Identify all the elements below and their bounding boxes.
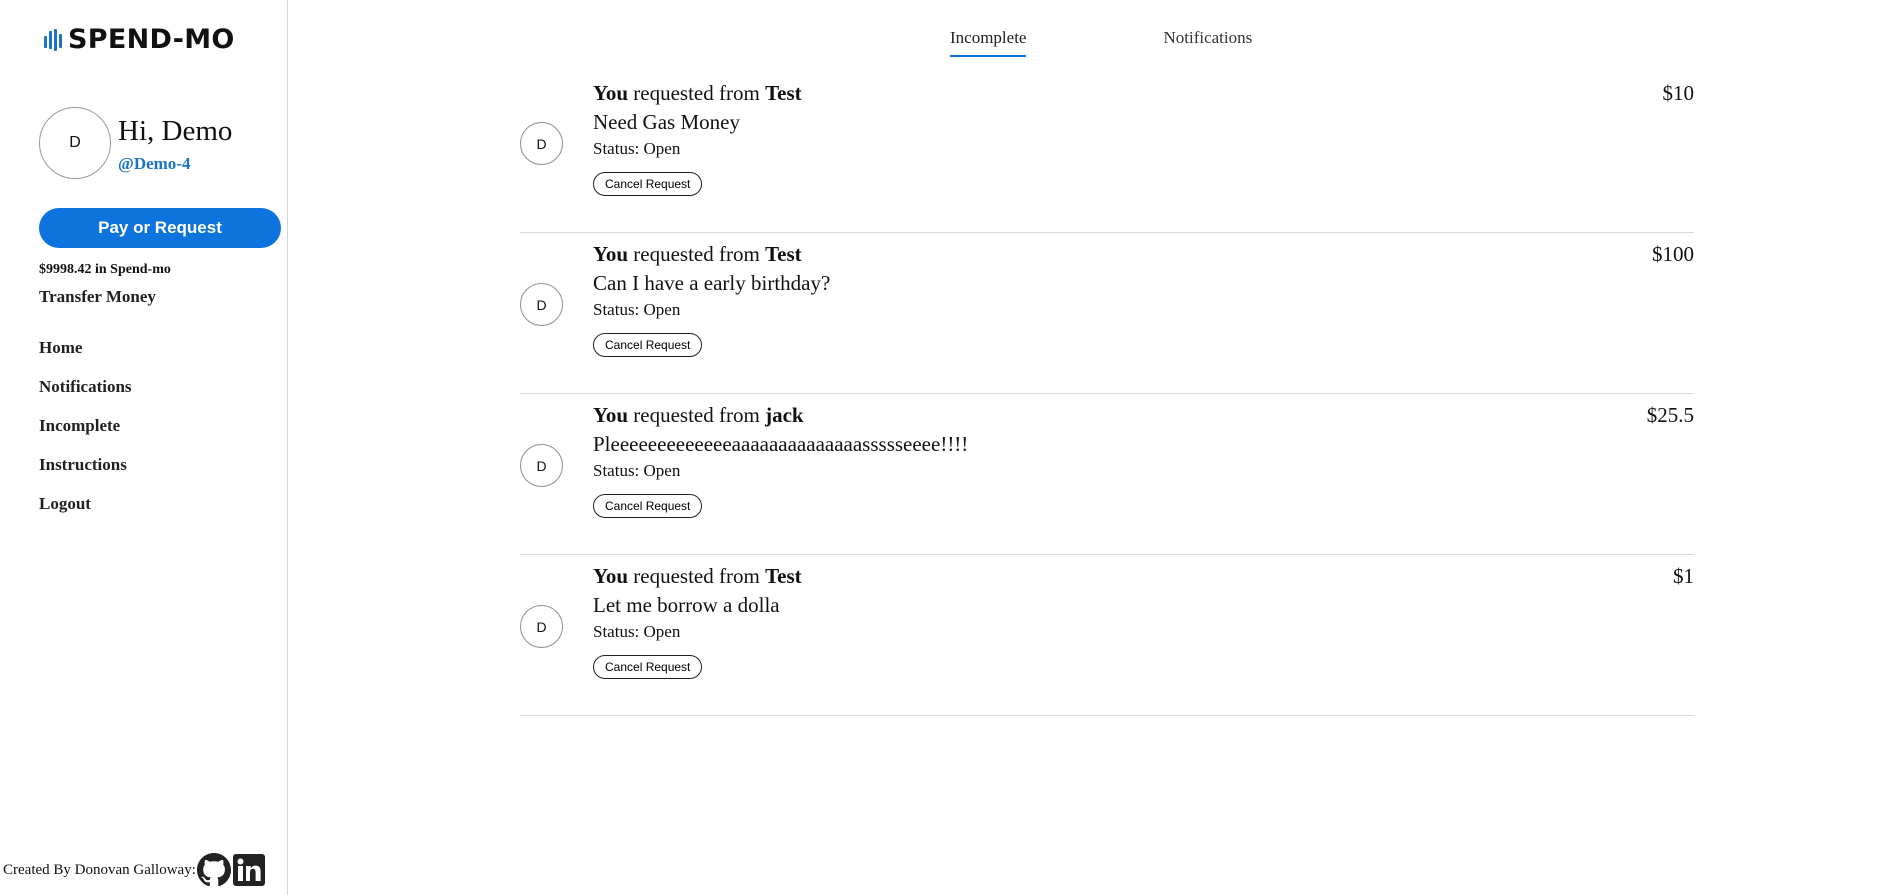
request-target: Test [765, 81, 802, 105]
cancel-request-button[interactable]: Cancel Request [593, 333, 703, 357]
cancel-request-button[interactable]: Cancel Request [593, 655, 703, 679]
request-card: D You requested from Test $100 Can I hav… [520, 233, 1694, 394]
request-verb: requested from [633, 81, 760, 105]
cancel-request-button[interactable]: Cancel Request [593, 172, 703, 196]
tabs: Incomplete Notifications [950, 28, 1252, 57]
request-card: D You requested from jack $25.5 Pleeeeee… [520, 394, 1694, 555]
logo-text: SPEND-MO [68, 24, 235, 55]
request-actor: You [593, 242, 629, 266]
request-title: You requested from jack [593, 402, 804, 428]
cancel-request-button[interactable]: Cancel Request [593, 494, 703, 518]
avatar: D [520, 444, 563, 487]
transfer-money-link[interactable]: Transfer Money [39, 287, 156, 307]
request-amount: $25.5 [1646, 403, 1694, 427]
request-target: Test [765, 242, 802, 266]
request-title: You requested from Test [593, 241, 802, 267]
footer-credit: Created By Donovan Galloway: [3, 853, 266, 887]
sidebar: SPEND-MO D Hi, Demo @Demo-4 Pay or Reque… [0, 0, 288, 895]
sidebar-item-instructions[interactable]: Instructions [39, 455, 132, 494]
request-verb: requested from [633, 564, 760, 588]
request-status: Status: Open [593, 139, 681, 158]
tab-notifications[interactable]: Notifications [1163, 28, 1252, 57]
sidebar-item-incomplete[interactable]: Incomplete [39, 416, 132, 455]
request-status: Status: Open [593, 461, 681, 480]
request-list: D You requested from Test $10 Need Gas M… [520, 72, 1694, 716]
avatar: D [520, 122, 563, 165]
linkedin-icon[interactable] [232, 853, 266, 887]
avatar: D [520, 283, 563, 326]
sidebar-nav: Home Notifications Incomplete Instructio… [39, 338, 132, 533]
request-card: D You requested from Test $10 Need Gas M… [520, 72, 1694, 233]
request-amount: $100 [1652, 242, 1694, 266]
request-actor: You [593, 564, 629, 588]
request-actor: You [593, 81, 629, 105]
request-status: Status: Open [593, 622, 681, 641]
request-target: jack [765, 403, 804, 427]
sidebar-item-logout[interactable]: Logout [39, 494, 132, 533]
request-note: Need Gas Money [593, 110, 740, 134]
tab-incomplete[interactable]: Incomplete [950, 28, 1027, 57]
request-amount: $10 [1662, 81, 1695, 105]
request-note: Let me borrow a dolla [593, 593, 780, 617]
request-card: D You requested from Test $1 Let me borr… [520, 555, 1694, 716]
request-verb: requested from [633, 403, 760, 427]
request-note: Can I have a early birthday? [593, 271, 831, 295]
logo[interactable]: SPEND-MO [44, 26, 235, 53]
credit-text: Created By Donovan Galloway: [3, 861, 196, 878]
request-amount: $1 [1673, 564, 1694, 588]
greeting: Hi, Demo [118, 115, 233, 147]
github-icon[interactable] [196, 853, 231, 887]
user-handle: @Demo-4 [118, 154, 191, 173]
request-title: You requested from Test [593, 80, 802, 106]
request-status: Status: Open [593, 300, 681, 319]
sidebar-item-home[interactable]: Home [39, 338, 132, 377]
logo-bars-icon [44, 28, 62, 51]
request-verb: requested from [633, 242, 760, 266]
pay-or-request-button[interactable]: Pay or Request [39, 208, 281, 248]
balance: $9998.42 in Spend-mo [39, 262, 171, 277]
request-target: Test [765, 564, 802, 588]
request-title: You requested from Test [593, 563, 802, 589]
request-note: Pleeeeeeeeeeeeeaaaaaaaaaaaaaassssseeee!!… [593, 432, 969, 456]
avatar: D [39, 107, 111, 179]
avatar: D [520, 605, 563, 648]
sidebar-item-notifications[interactable]: Notifications [39, 377, 132, 416]
request-actor: You [593, 403, 629, 427]
